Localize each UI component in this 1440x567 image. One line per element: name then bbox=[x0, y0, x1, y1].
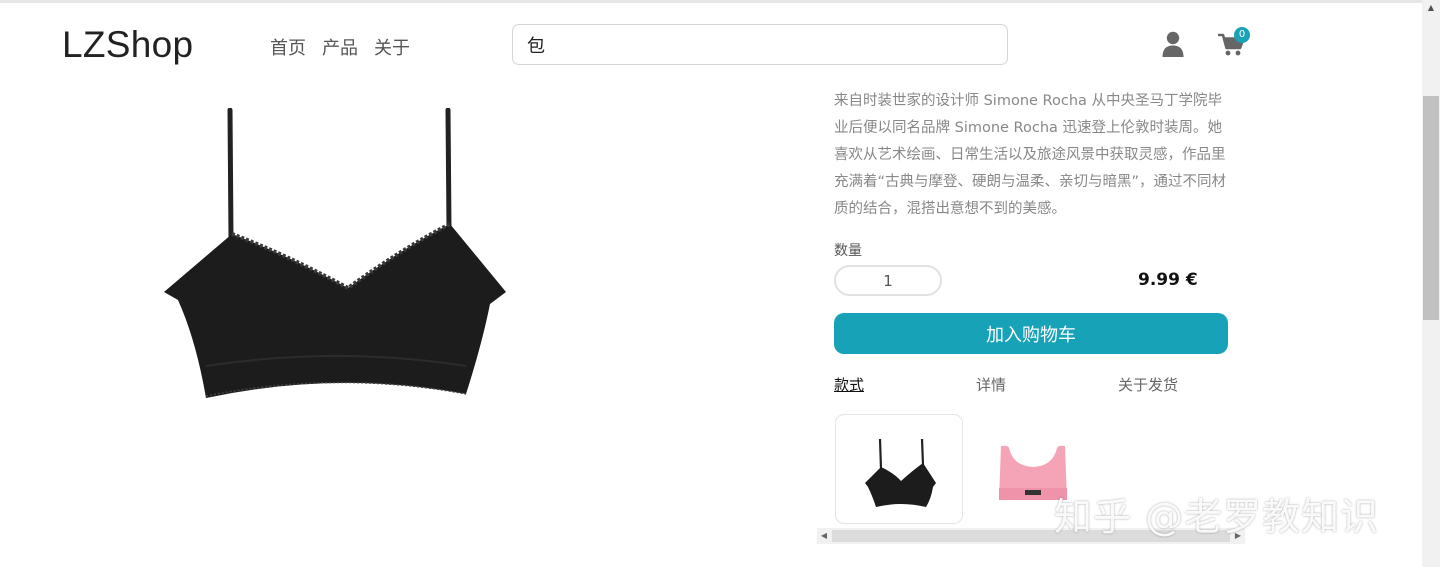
product-main-image bbox=[160, 107, 520, 404]
add-to-cart-button[interactable]: 加入购物车 bbox=[834, 313, 1228, 354]
variant-scrollbar-thumb[interactable] bbox=[832, 530, 1230, 542]
quantity-input[interactable] bbox=[836, 267, 940, 294]
variant-list bbox=[820, 410, 1244, 528]
variant-black-bralette-image bbox=[865, 438, 936, 507]
nav-about[interactable]: 关于 bbox=[374, 34, 410, 60]
page-scrollbar[interactable]: ▲ bbox=[1422, 0, 1440, 567]
nav-home[interactable]: 首页 bbox=[270, 34, 306, 60]
product-price: 9.99 € bbox=[1138, 270, 1198, 290]
search-input[interactable] bbox=[513, 25, 997, 64]
variant-pink-sports-bra[interactable] bbox=[975, 414, 1103, 524]
user-button[interactable] bbox=[1161, 30, 1185, 58]
tab-details[interactable]: 详情 bbox=[976, 374, 1006, 395]
top-border bbox=[0, 0, 1422, 3]
page-scrollbar-thumb[interactable] bbox=[1423, 96, 1439, 320]
cart-count-badge: 0 bbox=[1234, 27, 1250, 43]
search-box bbox=[512, 24, 1008, 65]
quantity-field bbox=[834, 265, 942, 296]
variant-scrollbar[interactable]: ◀ ▶ bbox=[817, 528, 1245, 544]
main-nav: 首页 产品 关于 bbox=[270, 34, 410, 60]
scroll-right-arrow-icon[interactable]: ▶ bbox=[1231, 528, 1245, 544]
variant-pink-sports-bra-image bbox=[999, 445, 1067, 500]
scroll-up-arrow-icon[interactable]: ▲ bbox=[1422, 0, 1440, 16]
product-page: LZShop 首页 产品 关于 0 来自时装世家的设计 bbox=[0, 0, 1440, 567]
scroll-left-arrow-icon[interactable]: ◀ bbox=[817, 528, 831, 544]
quantity-label: 数量 bbox=[834, 243, 862, 259]
site-logo[interactable]: LZShop bbox=[62, 24, 193, 66]
user-icon bbox=[1162, 31, 1184, 57]
variant-black-bralette[interactable] bbox=[835, 414, 963, 524]
tab-styles[interactable]: 款式 bbox=[834, 374, 864, 395]
product-tabs: 款式 详情 关于发货 bbox=[834, 374, 1228, 396]
tab-shipping[interactable]: 关于发货 bbox=[1118, 374, 1178, 395]
nav-products[interactable]: 产品 bbox=[322, 34, 358, 60]
product-description: 来自时装世家的设计师 Simone Rocha 从中央圣马丁学院毕业后便以同名品… bbox=[834, 93, 1227, 217]
